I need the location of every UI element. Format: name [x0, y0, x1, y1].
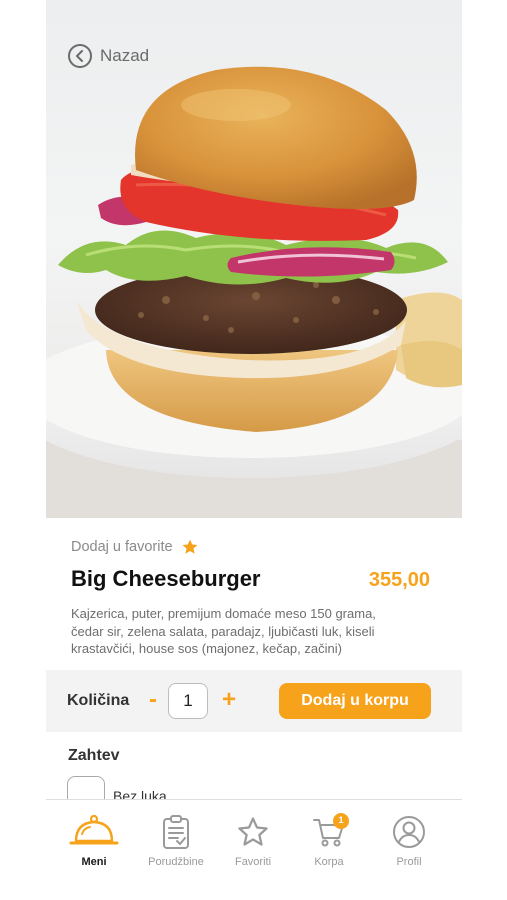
- clipboard-icon: [163, 815, 189, 849]
- back-label: Nazad: [100, 46, 150, 65]
- cart-badge: 1: [333, 813, 349, 829]
- requests-title: Zahtev: [68, 747, 120, 764]
- add-to-cart-button[interactable]: Dodaj u korpu: [279, 683, 431, 719]
- nav-label: Meni: [81, 856, 107, 868]
- increase-quantity-button[interactable]: +: [218, 686, 240, 714]
- cloche-icon: [69, 814, 119, 845]
- nav-item-korpa[interactable]: 1 Korpa: [289, 812, 369, 868]
- nav-label: Porudžbine: [148, 856, 204, 868]
- nav-label: Favoriti: [234, 856, 272, 868]
- quantity-bar: Količina - 1 + Dodaj u korpu: [46, 670, 462, 732]
- product-description: Kajzerica, puter, premijum domaće meso 1…: [71, 606, 376, 656]
- nav-item-meni[interactable]: Meni: [54, 812, 134, 868]
- favorite-label: Dodaj u favorite: [71, 539, 173, 555]
- product-name: Big Cheeseburger: [71, 566, 261, 591]
- bottom-navigation: Meni Porudžbine Favoriti 1 Korpa Profil: [46, 799, 462, 900]
- star-icon: [238, 817, 268, 846]
- star-icon: [182, 539, 198, 554]
- burger-illustration: [46, 66, 462, 518]
- product-price: 355,00: [368, 569, 430, 591]
- add-to-favorites[interactable]: Dodaj u favorite: [71, 538, 199, 556]
- quantity-value[interactable]: 1: [168, 683, 208, 719]
- nav-label: Profil: [396, 856, 422, 868]
- quantity-label: Količina: [67, 692, 130, 709]
- app-screen: Nazad Dodaj u favorite Big Cheeseburger …: [46, 0, 462, 900]
- back-button[interactable]: Nazad: [68, 44, 149, 68]
- nav-item-favoriti[interactable]: Favoriti: [213, 812, 293, 868]
- decrease-quantity-button[interactable]: -: [142, 686, 164, 714]
- nav-item-profil[interactable]: Profil: [369, 812, 449, 868]
- nav-label: Korpa: [314, 856, 344, 868]
- nav-item-porudzbine[interactable]: Porudžbine: [136, 812, 216, 868]
- chevron-left-icon: [68, 44, 92, 68]
- user-icon: [393, 816, 425, 848]
- product-image: Nazad: [46, 0, 462, 518]
